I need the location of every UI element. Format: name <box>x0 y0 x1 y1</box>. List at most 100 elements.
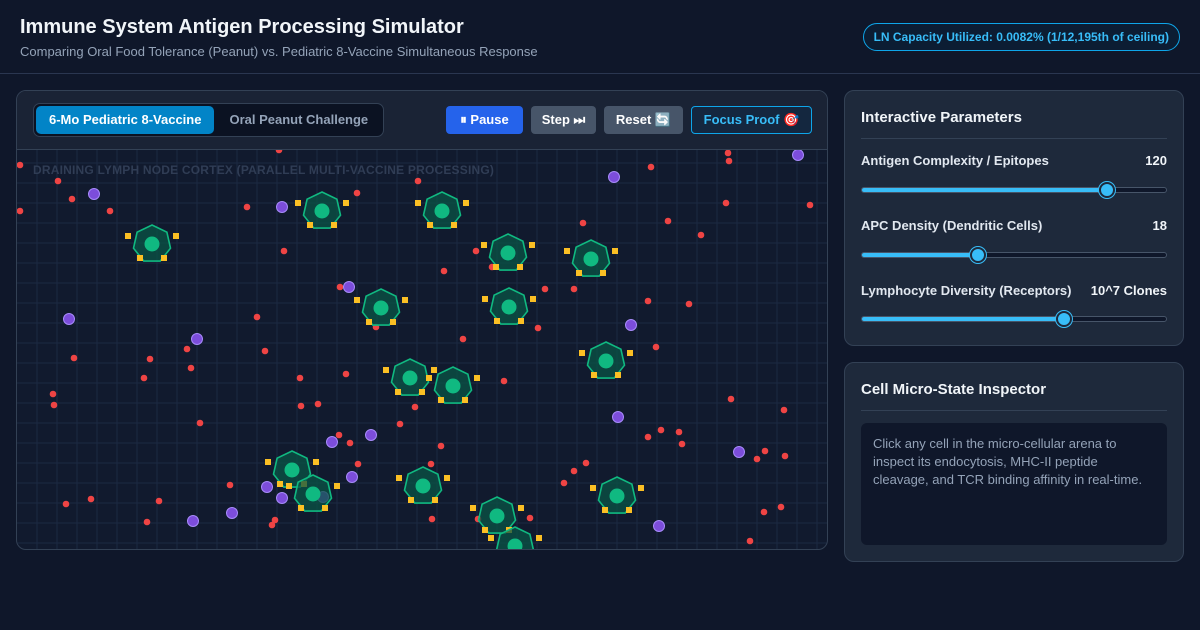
antigen-particle[interactable] <box>226 481 234 489</box>
mhc-receptor[interactable] <box>493 264 499 270</box>
antigen-particle[interactable] <box>437 442 445 450</box>
antigen-particle[interactable] <box>472 247 480 255</box>
antigen-particle[interactable] <box>183 345 191 353</box>
dendritic-cell-nucleus[interactable] <box>305 486 321 502</box>
focus-proof-button[interactable]: Focus Proof 🎯 <box>691 106 812 134</box>
mhc-receptor[interactable] <box>627 350 633 356</box>
antigen-particle[interactable] <box>657 426 665 434</box>
antigen-particle[interactable] <box>675 428 683 436</box>
mhc-receptor[interactable] <box>612 248 618 254</box>
lymphocyte-cell[interactable] <box>276 201 288 213</box>
lymphocyte-cell[interactable] <box>187 515 199 527</box>
antigen-particle[interactable] <box>777 503 785 511</box>
antigen-particle[interactable] <box>411 403 419 411</box>
mhc-receptor[interactable] <box>137 255 143 261</box>
mhc-receptor[interactable] <box>602 507 608 513</box>
mhc-receptor[interactable] <box>331 222 337 228</box>
mhc-receptor[interactable] <box>474 375 480 381</box>
antigen-particle[interactable] <box>268 521 276 529</box>
mhc-receptor[interactable] <box>286 483 292 489</box>
antigen-particle[interactable] <box>459 335 467 343</box>
antigen-particle[interactable] <box>106 207 114 215</box>
lymphocyte-cell[interactable] <box>346 471 358 483</box>
mhc-receptor[interactable] <box>173 233 179 239</box>
antigen-particle[interactable] <box>644 433 652 441</box>
antigen-particle[interactable] <box>685 300 693 308</box>
dendritic-cell-nucleus[interactable] <box>415 478 431 494</box>
mhc-receptor[interactable] <box>444 475 450 481</box>
antigen-particle[interactable] <box>17 161 24 169</box>
lymphocyte-cell[interactable] <box>326 436 338 448</box>
dendritic-cell-nucleus[interactable] <box>434 203 450 219</box>
tab-pediatric-vaccine[interactable]: 6-Mo Pediatric 8-Vaccine <box>36 106 215 134</box>
antigen-particle[interactable] <box>346 439 354 447</box>
antigen-particle[interactable] <box>534 324 542 332</box>
antigen-particle[interactable] <box>253 313 261 321</box>
lymphocyte-cell[interactable] <box>792 149 804 161</box>
mhc-receptor[interactable] <box>482 296 488 302</box>
cell-arena[interactable]: DRAINING LYMPH NODE CORTEX (PARALLEL MUL… <box>17 146 827 549</box>
lymphocyte-cell[interactable] <box>343 281 355 293</box>
antigen-particle[interactable] <box>753 455 761 463</box>
mhc-receptor[interactable] <box>402 297 408 303</box>
antigen-particle[interactable] <box>70 354 78 362</box>
mhc-receptor[interactable] <box>470 505 476 511</box>
mhc-receptor[interactable] <box>438 397 444 403</box>
dendritic-cell-nucleus[interactable] <box>373 300 389 316</box>
antigen-particle[interactable] <box>644 297 652 305</box>
mhc-receptor[interactable] <box>125 233 131 239</box>
mhc-receptor[interactable] <box>564 248 570 254</box>
mhc-receptor[interactable] <box>626 507 632 513</box>
mhc-receptor[interactable] <box>494 318 500 324</box>
mhc-receptor[interactable] <box>590 485 596 491</box>
antigen-particle[interactable] <box>297 402 305 410</box>
lymphocyte-cell[interactable] <box>191 333 203 345</box>
antigen-particle[interactable] <box>500 377 508 385</box>
mhc-receptor[interactable] <box>518 505 524 511</box>
antigen-particle[interactable] <box>541 285 549 293</box>
antigen-particle[interactable] <box>560 479 568 487</box>
mhc-receptor[interactable] <box>530 296 536 302</box>
mhc-receptor[interactable] <box>615 372 621 378</box>
antigen-particle[interactable] <box>62 500 70 508</box>
mhc-receptor[interactable] <box>396 475 402 481</box>
antigen-particle[interactable] <box>87 495 95 503</box>
antigen-particle[interactable] <box>353 189 361 197</box>
mhc-receptor[interactable] <box>482 527 488 533</box>
mhc-receptor[interactable] <box>390 319 396 325</box>
antigen-particle[interactable] <box>396 420 404 428</box>
antigen-particle[interactable] <box>243 203 251 211</box>
mhc-receptor[interactable] <box>395 389 401 395</box>
slider-thumb[interactable] <box>1055 311 1072 327</box>
antigen-particle[interactable] <box>697 231 705 239</box>
antigen-particle[interactable] <box>746 537 754 545</box>
antigen-particle[interactable] <box>314 400 322 408</box>
dendritic-cell-nucleus[interactable] <box>144 236 160 252</box>
antigen-particle[interactable] <box>68 195 76 203</box>
antigen-particle[interactable] <box>440 267 448 275</box>
antigen-particle[interactable] <box>727 395 735 403</box>
mhc-receptor[interactable] <box>307 222 313 228</box>
mhc-receptor[interactable] <box>427 222 433 228</box>
mhc-receptor[interactable] <box>265 459 271 465</box>
mhc-receptor[interactable] <box>591 372 597 378</box>
antigen-particle[interactable] <box>354 460 362 468</box>
apc-density-slider[interactable] <box>861 247 1167 263</box>
mhc-receptor[interactable] <box>322 505 328 511</box>
mhc-receptor[interactable] <box>383 367 389 373</box>
antigen-particle[interactable] <box>570 467 578 475</box>
antigen-particle[interactable] <box>280 247 288 255</box>
slider-thumb[interactable] <box>970 247 987 263</box>
lymphocyte-cell[interactable] <box>261 481 273 493</box>
dendritic-cell-nucleus[interactable] <box>284 462 300 478</box>
mhc-receptor[interactable] <box>366 319 372 325</box>
antigen-particle[interactable] <box>50 401 58 409</box>
antigen-particle[interactable] <box>261 347 269 355</box>
slider-thumb[interactable] <box>1098 182 1115 198</box>
lymphocyte-cell[interactable] <box>88 188 100 200</box>
lymphocyte-cell[interactable] <box>276 492 288 504</box>
lymphocyte-cell[interactable] <box>63 313 75 325</box>
pause-button[interactable]: ⏸ Pause <box>446 106 523 134</box>
mhc-receptor[interactable] <box>426 375 432 381</box>
mhc-receptor[interactable] <box>600 270 606 276</box>
